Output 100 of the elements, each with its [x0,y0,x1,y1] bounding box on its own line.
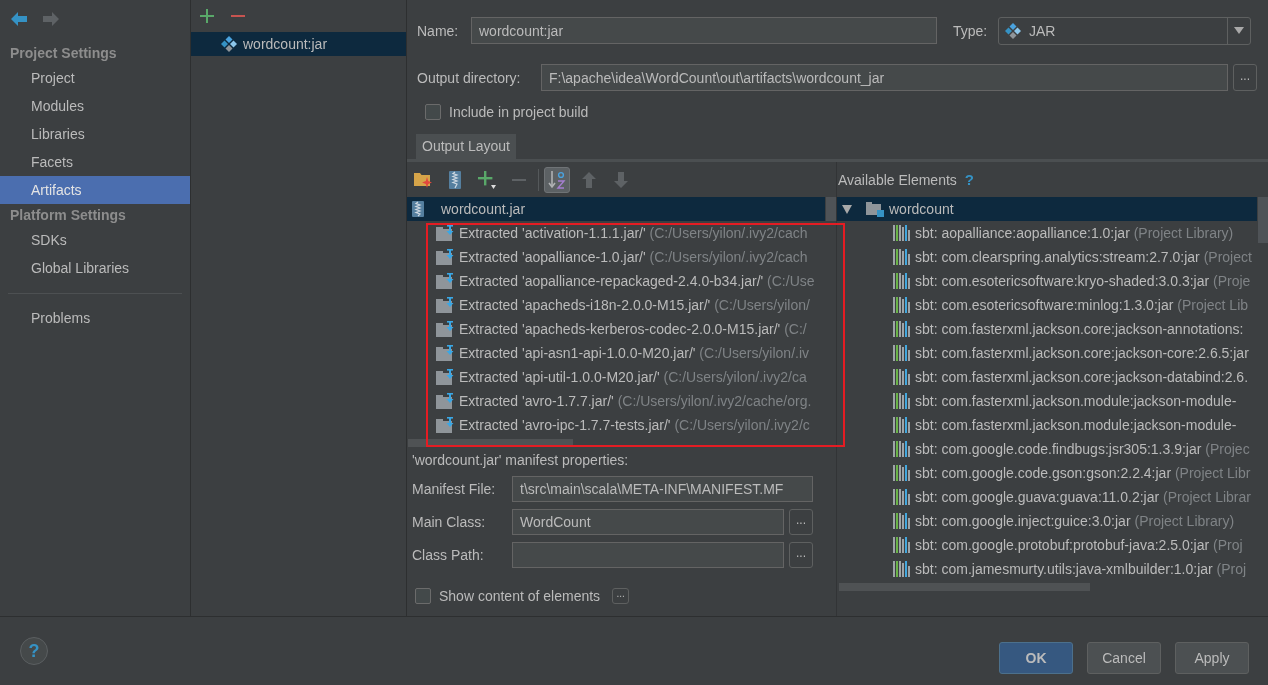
sidebar-item[interactable]: Modules [0,92,190,120]
folder-down-arrow-icon [436,417,454,433]
output-directory-field[interactable]: F:\apache\idea\WordCount\out\artifacts\wordcount_jar [541,64,1228,91]
tree-item[interactable]: sbt: com.google.code.findbugs:jsr305:1.3.9:jar (Projec [837,437,1257,461]
library-bars-icon [893,369,910,385]
tree-item[interactable]: sbt: com.clearspring.analytics:stream:2.7.0:jar (Project [837,245,1257,269]
browse-button[interactable]: ... [789,509,813,535]
plus-dropdown-icon [478,170,496,189]
tree-item[interactable]: sbt: com.fasterxml.jackson.core:jackson-annotations: [837,317,1257,341]
zipper-file-icon [449,170,461,189]
sidebar-item[interactable]: Project [0,64,190,92]
library-bars-icon [893,393,910,409]
down-triangle-icon[interactable] [842,204,852,214]
sort-button[interactable] [544,166,570,193]
right-arrow-icon [42,11,60,27]
down-arrow-icon [614,171,628,188]
dialog-button[interactable]: Cancel [1087,642,1161,674]
library-bars-icon [893,561,910,577]
dialog-button[interactable]: OK [999,642,1073,674]
folder-down-arrow-icon [436,393,454,409]
panel-title: Available Elements [838,171,957,188]
library-bars-icon [893,417,910,433]
type-combo[interactable]: JAR [998,16,1251,45]
field-label: Manifest File: [412,481,497,497]
type-label: Type: [953,22,989,39]
library-bars-icon [893,249,910,265]
tree-item[interactable]: Extracted 'apacheds-kerberos-codec-2.0.0-M15.jar/' (C:/ [407,317,825,341]
sidebar-item[interactable]: Global Libraries [0,254,190,282]
folder-down-arrow-icon [436,225,454,241]
tab[interactable]: Output Layout [416,134,516,159]
horizontal-scrollbar[interactable] [408,439,573,447]
tree-item[interactable]: Extracted 'api-util-1.0.0-M20.jar/' (C:/Users/yilon/.ivy2/ca [407,365,825,389]
tree-item[interactable]: sbt: com.fasterxml.jackson.module:jackson-module- [837,413,1257,437]
folder-down-arrow-icon [436,249,454,265]
vertical-scrollbar[interactable] [826,197,836,221]
artifact-item[interactable]: wordcount:jar [191,32,406,56]
vertical-scrollbar[interactable] [1258,197,1268,243]
tree-item[interactable]: wordcount [837,197,1257,221]
back-button[interactable] [10,11,28,27]
sidebar-item[interactable]: Facets [0,148,190,176]
library-bars-icon [893,489,910,505]
field-label: Main Class: [412,514,487,530]
tree-item[interactable]: sbt: com.google.code.gson:gson:2.2.4:jar (Project Libr [837,461,1257,485]
tree-item[interactable]: Extracted 'avro-ipc-1.7.7-tests.jar/' (C:/Users/yilon/.ivy2/c [407,413,825,437]
folder-icon [866,201,884,217]
library-bars-icon [893,345,910,361]
dialog-button[interactable]: Apply [1175,642,1249,674]
text-field[interactable]: t\src\main\scala\META-INF\MANIFEST.MF [512,476,813,502]
tree-item[interactable]: sbt: com.jamesmurty.utils:java-xmlbuilder:1.0:jar (Proj [837,557,1257,581]
left-arrow-icon [10,11,28,27]
output-directory-label: Output directory: [417,69,522,86]
library-bars-icon [893,537,910,553]
tree-item[interactable]: Extracted 'api-asn1-api-1.0.0-M20.jar/' (C:/Users/yilon/.iv [407,341,825,365]
sidebar-item[interactable]: Artifacts [0,176,190,204]
sort-icon [548,170,566,189]
tree-item[interactable]: Extracted 'aopalliance-1.0.jar/' (C:/Users/yilon/.ivy2/cach [407,245,825,269]
tree-item[interactable]: sbt: aopalliance:aopalliance:1.0:jar (Project Library) [837,221,1257,245]
browse-button[interactable]: ... [789,542,813,568]
manifest-heading: 'wordcount.jar' manifest properties: [412,452,630,468]
tree-item[interactable]: sbt: com.fasterxml.jackson.module:jackson-module- [837,389,1257,413]
section-heading: Project Settings [9,44,118,63]
sidebar-item[interactable]: Problems [0,304,190,332]
tree-item[interactable]: Extracted 'avro-1.7.7.jar/' (C:/Users/yilon/.ivy2/cache/org. [407,389,825,413]
name-field[interactable]: wordcount:jar [471,17,937,44]
library-bars-icon [893,465,910,481]
library-bars-icon [893,321,910,337]
browse-button[interactable]: ... [1233,64,1257,91]
folder-down-arrow-icon [436,369,454,385]
text-field[interactable]: WordCount [512,509,784,535]
tree-item[interactable]: sbt: com.esotericsoftware:minlog:1.3.0:jar (Project Lib [837,293,1257,317]
library-bars-icon [893,297,910,313]
folder-down-arrow-icon [436,345,454,361]
tree-item[interactable]: Extracted 'activation-1.1.1.jar/' (C:/Users/yilon/.ivy2/cach [407,221,825,245]
tree-item[interactable]: sbt: com.fasterxml.jackson.core:jackson-databind:2.6. [837,365,1257,389]
library-bars-icon [893,273,910,289]
more-button[interactable]: ... [612,588,630,604]
tree-item[interactable]: Extracted 'apacheds-i18n-2.0.0-M15.jar/' (C:/Users/yilon/ [407,293,825,317]
name-label: Name: [417,22,460,39]
text-field[interactable] [512,542,784,568]
tree-item[interactable]: sbt: com.esotericsoftware:kryo-shaded:3.0.3:jar (Proje [837,269,1257,293]
folder-down-arrow-icon [436,321,454,337]
show-content-checkbox[interactable] [415,588,431,604]
show-content-label: Show content of elements [439,588,601,604]
add-button[interactable] [197,6,217,26]
help-link[interactable]: ? [964,171,974,188]
include-build-checkbox[interactable] [425,104,441,120]
tree-item[interactable]: sbt: com.google.inject:guice:3.0:jar (Project Library) [837,509,1257,533]
tree-item[interactable]: wordcount.jar [407,197,825,221]
tree-item[interactable]: sbt: com.google.guava:guava:11.0.2:jar (Project Librar [837,485,1257,509]
tree-item[interactable]: sbt: com.google.protobuf:protobuf-java:2.5.0:jar (Proj [837,533,1257,557]
folder-down-arrow-icon [436,297,454,313]
dropdown-arrow-icon [1234,27,1244,34]
minus-icon [231,15,245,17]
include-build-label: Include in project build [449,104,589,120]
sidebar-item[interactable]: Libraries [0,120,190,148]
tree-item[interactable]: Extracted 'aopalliance-repackaged-2.4.0-b34.jar/' (C:/Use [407,269,825,293]
tree-item[interactable]: sbt: com.fasterxml.jackson.core:jackson-core:2.6.5:jar [837,341,1257,365]
sidebar-item[interactable]: SDKs [0,226,190,254]
section-heading: Platform Settings [9,206,127,225]
up-arrow-icon [582,171,596,188]
